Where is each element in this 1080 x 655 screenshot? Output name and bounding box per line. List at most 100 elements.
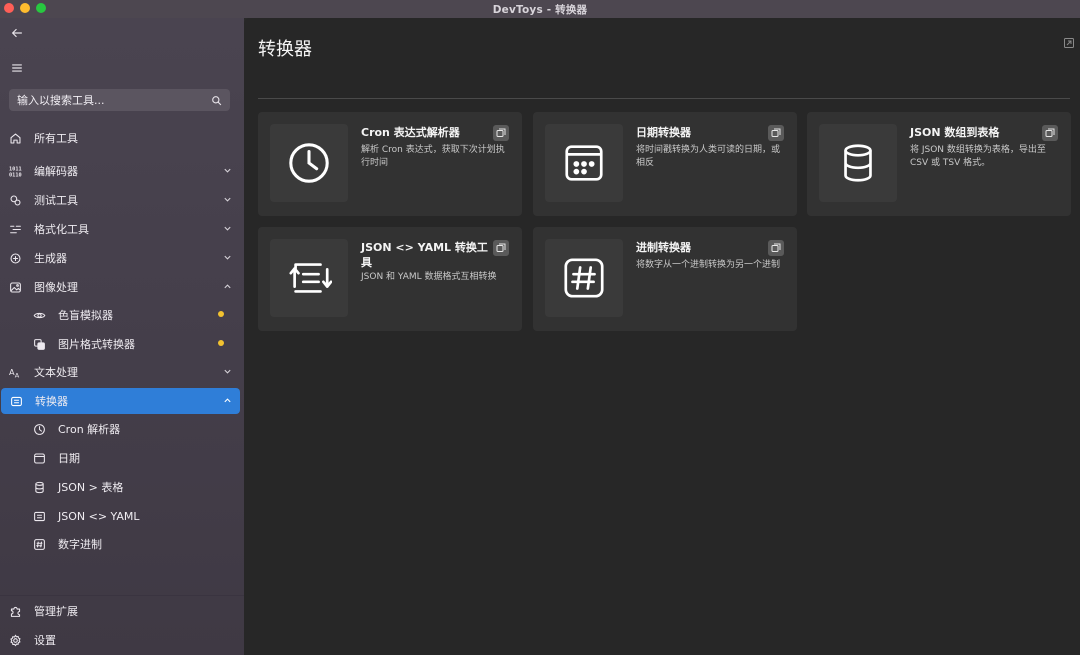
close-window-button[interactable]: [4, 3, 14, 13]
tool-title: Cron 表达式解析器: [361, 126, 460, 139]
new-badge: [218, 311, 224, 317]
search-input[interactable]: 输入以搜索工具...: [17, 92, 211, 108]
title-bar: DevToys - 转换器: [0, 0, 1080, 18]
sidebar-item-all-tools[interactable]: 所有工具: [0, 125, 240, 151]
chevron-up-icon: [224, 284, 231, 289]
tool-title: 进制转换器: [636, 241, 691, 254]
image-convert-icon: [32, 337, 46, 351]
sidebar-item-date[interactable]: 日期: [0, 445, 240, 471]
tool-thumbnail: [545, 239, 623, 317]
chevron-up-icon: [224, 398, 231, 403]
tool-title: 日期转换器: [636, 126, 691, 139]
tool-thumbnail: [545, 124, 623, 202]
menu-toggle-button[interactable]: [8, 59, 26, 77]
new-badge: [218, 340, 224, 346]
minimize-window-button[interactable]: [20, 3, 30, 13]
svg-text:0110: 0110: [9, 172, 22, 178]
compact-overlay-icon[interactable]: [1064, 38, 1074, 48]
sidebar-item-label: 编解码器: [34, 165, 78, 178]
sidebar-item-label: Cron 解析器: [58, 423, 121, 436]
tool-thumbnail: [270, 124, 348, 202]
format-icon: [8, 222, 22, 236]
search-icon: [212, 95, 222, 105]
sidebar-item-graphic[interactable]: 图像处理: [0, 274, 240, 300]
pin-button[interactable]: [493, 240, 509, 256]
sidebar-item-label: 设置: [34, 634, 56, 647]
sidebar-item-generators[interactable]: 生成器: [0, 245, 240, 271]
pin-icon: [496, 128, 506, 137]
chevron-down-icon: [224, 255, 231, 260]
sidebar-item-text[interactable]: AA 文本处理: [0, 359, 240, 385]
sidebar-item-json-yaml[interactable]: JSON <> YAML: [0, 503, 240, 529]
title-divider: [258, 98, 1070, 99]
pin-button[interactable]: [768, 240, 784, 256]
sidebar-item-cron[interactable]: Cron 解析器: [0, 416, 240, 442]
sidebar-item-label: 管理扩展: [34, 605, 78, 618]
sidebar-item-extensions[interactable]: 管理扩展: [0, 598, 240, 624]
sidebar-item-label: 数字进制: [58, 538, 102, 551]
tool-description: 解析 Cron 表达式，获取下次计划执行时间: [361, 145, 505, 168]
sidebar-item-testers[interactable]: 测试工具: [0, 187, 240, 213]
home-icon: [8, 131, 22, 145]
tool-card-number-base[interactable]: 进制转换器 将数字从一个进制转换为另一个进制: [533, 227, 797, 331]
sidebar-item-label: 文本处理: [34, 366, 78, 379]
chevron-down-icon: [224, 226, 231, 231]
sidebar-item-number-base[interactable]: 数字进制: [0, 531, 240, 557]
pin-icon: [771, 243, 781, 252]
hamburger-icon: [12, 64, 22, 72]
tool-card-cron[interactable]: Cron 表达式解析器 解析 Cron 表达式，获取下次计划执行时间: [258, 112, 522, 216]
main-content: 转换器 Cron 表达式解析器 解析 Cron 表达式，获取下次计划执行时间 日…: [244, 18, 1080, 655]
sidebar-item-label: 图片格式转换器: [58, 338, 135, 351]
sidebar-divider: [0, 595, 244, 596]
pin-button[interactable]: [493, 125, 509, 141]
sidebar-item-image-converter[interactable]: 图片格式转换器: [0, 331, 240, 357]
chevron-down-icon: [224, 168, 231, 173]
image-icon: [8, 280, 22, 294]
tool-title: JSON <> YAML 转换工具: [361, 241, 488, 269]
sidebar-item-formatters[interactable]: 格式化工具: [0, 216, 240, 242]
sidebar-item-label: 图像处理: [34, 281, 78, 294]
chevron-down-icon: [224, 369, 231, 374]
test-icon: [8, 193, 22, 207]
clock-icon: [289, 143, 329, 183]
svg-text:A: A: [14, 371, 19, 379]
sidebar-item-label: 日期: [58, 452, 80, 465]
hash-icon: [564, 258, 604, 298]
chevron-down-icon: [224, 197, 231, 202]
calendar-icon: [565, 145, 603, 181]
binary-icon: 1011 0110: [8, 164, 22, 178]
converter-icon: [9, 394, 23, 408]
pin-button[interactable]: [768, 125, 784, 141]
text-icon: AA: [8, 365, 22, 379]
database-icon: [844, 144, 872, 182]
sidebar-item-label: 测试工具: [34, 194, 78, 207]
tool-description: JSON 和 YAML 数据格式互相转换: [361, 272, 497, 282]
sidebar-item-label: 格式化工具: [34, 223, 89, 236]
tool-card-date[interactable]: 日期转换器 将时间戳转换为人类可读的日期，或相反: [533, 112, 797, 216]
page-title: 转换器: [258, 39, 312, 60]
yaml-icon: [32, 509, 46, 523]
sidebar-item-label: 色盲模拟器: [58, 309, 113, 322]
tool-card-json-table[interactable]: JSON 数组到表格 将 JSON 数组转换为表格，导出至 CSV 或 TSV …: [807, 112, 1071, 216]
extension-icon: [8, 604, 22, 618]
database-icon: [32, 480, 46, 494]
back-button[interactable]: [8, 24, 26, 42]
pin-button[interactable]: [1042, 125, 1058, 141]
sidebar-item-encoders[interactable]: 1011 0110 编解码器: [0, 158, 240, 184]
tool-description: 将 JSON 数组转换为表格，导出至 CSV 或 TSV 格式。: [910, 145, 1046, 168]
calendar-icon: [32, 451, 46, 465]
sidebar-item-settings[interactable]: 设置: [0, 627, 240, 653]
sidebar-item-color-blindness[interactable]: 色盲模拟器: [0, 302, 240, 328]
sidebar-item-label: 所有工具: [34, 132, 78, 145]
zoom-window-button[interactable]: [36, 3, 46, 13]
sidebar-item-json-table[interactable]: JSON > 表格: [0, 474, 240, 500]
hash-icon: [32, 537, 46, 551]
clock-icon: [32, 422, 46, 436]
sidebar: 输入以搜索工具... 所有工具 1011 0110 编解码器 测试工具 格式化工具…: [0, 18, 244, 655]
sidebar-item-label: JSON <> YAML: [58, 509, 140, 523]
tool-card-json-yaml[interactable]: JSON <> YAML 转换工具 JSON 和 YAML 数据格式互相转换: [258, 227, 522, 331]
sidebar-item-converters[interactable]: 转换器: [1, 388, 240, 414]
pin-icon: [496, 243, 506, 252]
search-box[interactable]: 输入以搜索工具...: [9, 89, 230, 111]
yaml-icon: [289, 263, 332, 293]
